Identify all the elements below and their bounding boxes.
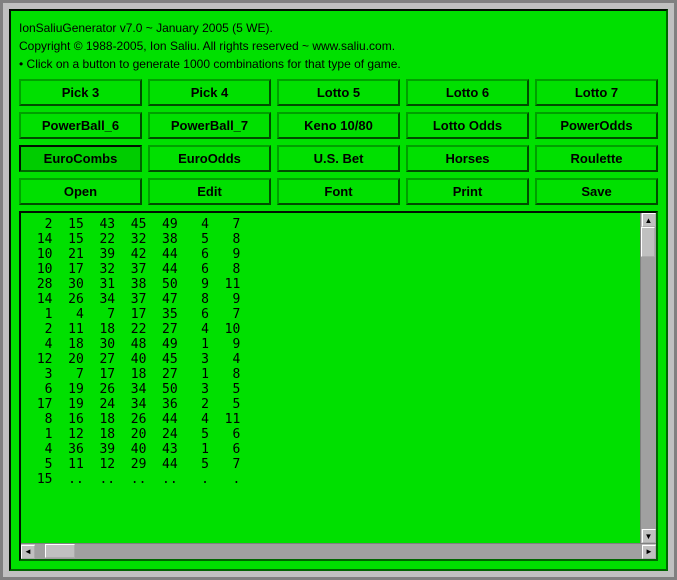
output-text[interactable]: 2 15 43 45 49 4 7 14 15 22 32 38 5 8 10 … (21, 213, 640, 543)
scroll-left-button[interactable]: ◄ (21, 545, 35, 559)
print-button[interactable]: Print (406, 178, 529, 205)
header-line2: Copyright © 1988-2005, Ion Saliu. All ri… (19, 37, 658, 55)
vertical-scrollbar[interactable]: ▲ ▼ (640, 213, 656, 543)
button-row-3: EuroCombs EuroOdds U.S. Bet Horses Roule… (19, 145, 658, 172)
usbet-button[interactable]: U.S. Bet (277, 145, 400, 172)
button-row-4: Open Edit Font Print Save (19, 178, 658, 205)
powerball6-button[interactable]: PowerBall_6 (19, 112, 142, 139)
hscroll-thumb[interactable] (45, 544, 75, 558)
scroll-track[interactable] (641, 227, 656, 529)
header-line1: IonSaliuGenerator v7.0 ~ January 2005 (5… (19, 19, 658, 37)
header-section: IonSaliuGenerator v7.0 ~ January 2005 (5… (19, 19, 658, 73)
lotto5-button[interactable]: Lotto 5 (277, 79, 400, 106)
powerodds-button[interactable]: PowerOdds (535, 112, 658, 139)
scroll-thumb[interactable] (641, 227, 655, 257)
scroll-right-button[interactable]: ► (642, 545, 656, 559)
open-button[interactable]: Open (19, 178, 142, 205)
main-container: IonSaliuGenerator v7.0 ~ January 2005 (5… (9, 9, 668, 571)
eurocombs-button[interactable]: EuroCombs (19, 145, 142, 172)
pick4-button[interactable]: Pick 4 (148, 79, 271, 106)
pick3-button[interactable]: Pick 3 (19, 79, 142, 106)
keno-button[interactable]: Keno 10/80 (277, 112, 400, 139)
horizontal-scrollbar[interactable]: ◄ ► (21, 543, 656, 559)
lottoodds-button[interactable]: Lotto Odds (406, 112, 529, 139)
save-button[interactable]: Save (535, 178, 658, 205)
hscroll-track[interactable] (35, 544, 642, 559)
powerball7-button[interactable]: PowerBall_7 (148, 112, 271, 139)
scroll-up-button[interactable]: ▲ (642, 213, 656, 227)
euroodds-button[interactable]: EuroOdds (148, 145, 271, 172)
button-row-2: PowerBall_6 PowerBall_7 Keno 10/80 Lotto… (19, 112, 658, 139)
horses-button[interactable]: Horses (406, 145, 529, 172)
header-line3: • Click on a button to generate 1000 com… (19, 55, 658, 73)
scroll-down-button[interactable]: ▼ (642, 529, 656, 543)
roulette-button[interactable]: Roulette (535, 145, 658, 172)
output-wrapper: 2 15 43 45 49 4 7 14 15 22 32 38 5 8 10 … (19, 211, 658, 561)
button-row-1: Pick 3 Pick 4 Lotto 5 Lotto 6 Lotto 7 (19, 79, 658, 106)
lotto7-button[interactable]: Lotto 7 (535, 79, 658, 106)
output-inner: 2 15 43 45 49 4 7 14 15 22 32 38 5 8 10 … (21, 213, 656, 543)
font-button[interactable]: Font (277, 178, 400, 205)
edit-button[interactable]: Edit (148, 178, 271, 205)
lotto6-button[interactable]: Lotto 6 (406, 79, 529, 106)
